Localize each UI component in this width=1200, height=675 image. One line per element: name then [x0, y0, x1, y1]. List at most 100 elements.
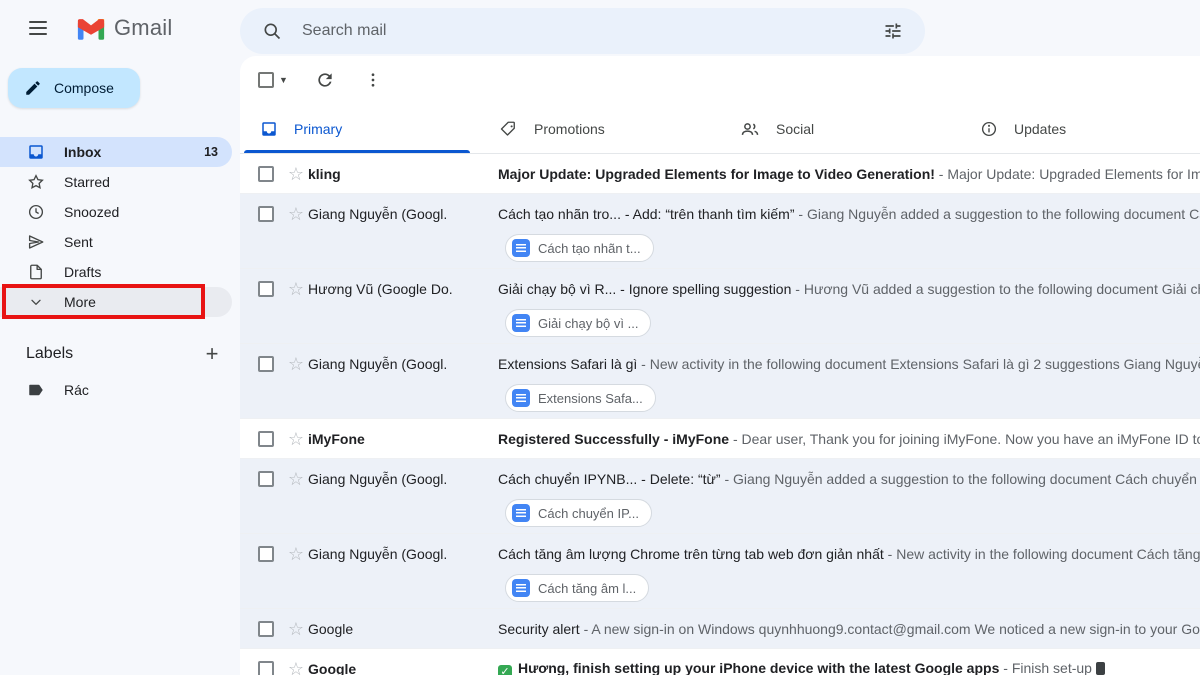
star-toggle-icon[interactable]: ☆ [284, 427, 308, 451]
search-input[interactable]: Search mail [302, 22, 875, 40]
clock-icon [26, 202, 46, 222]
email-row[interactable]: ☆ Giang Nguyễn (Googl. ✓Cách tăng âm lượ… [240, 534, 1200, 609]
green-check-emoji: ✓ [498, 665, 512, 675]
compose-button[interactable]: Compose [8, 68, 140, 108]
select-all-checkbox[interactable] [258, 72, 274, 88]
gmail-logo: Gmail [76, 15, 172, 41]
attachment-chip[interactable]: Cách tăng âm l... [505, 574, 649, 602]
sidebar-label-rac[interactable]: Rác [0, 375, 240, 405]
email-sender: Giang Nguyễn (Googl. [308, 206, 490, 222]
email-snippet: Hương Vũ added a suggestion to the follo… [804, 281, 1200, 297]
email-sender: iMyFone [308, 431, 490, 447]
email-sender: kling [308, 166, 490, 182]
search-options-icon[interactable] [875, 13, 911, 49]
sidebar-item-label: Starred [64, 174, 232, 190]
star-icon [26, 172, 46, 192]
email-checkbox[interactable] [258, 661, 274, 675]
compose-pencil-icon [24, 79, 42, 97]
email-row[interactable]: ☆ iMyFone ✓Registered Successfully - iMy… [240, 419, 1200, 459]
docs-icon [512, 239, 530, 257]
email-checkbox[interactable] [258, 281, 274, 297]
brand-area: Gmail [16, 0, 172, 56]
label-tag-icon [26, 380, 46, 400]
email-text-line: ✓ Hương, finish setting up your iPhone de… [498, 660, 1200, 675]
email-text-line: ✓Cách tăng âm lượng Chrome trên từng tab… [498, 546, 1200, 562]
docs-icon [512, 579, 530, 597]
email-row[interactable]: ☆ Google ✓Hương, finish setting up your … [240, 649, 1200, 675]
search-bar[interactable]: Search mail [240, 8, 925, 54]
email-row[interactable]: ☆ Hương Vũ (Google Do. ✓Giải chạy bộ vì … [240, 269, 1200, 344]
sidebar-item-starred[interactable]: Starred [0, 167, 232, 197]
email-checkbox[interactable] [258, 356, 274, 372]
email-text-line: ✓Extensions Safari là gì - New activity … [498, 356, 1200, 372]
email-text-line: ✓Cách tạo nhãn tro... - Add: “trên thanh… [498, 206, 1200, 222]
sidebar-item-more[interactable]: More [0, 287, 232, 317]
label-name: Rác [64, 382, 89, 398]
star-toggle-icon[interactable]: ☆ [284, 162, 308, 186]
sidebar-item-drafts[interactable]: Drafts [0, 257, 232, 287]
tab-label: Primary [294, 121, 342, 137]
attachment-chip[interactable]: Cách chuyển IP... [505, 499, 652, 527]
tab-active-indicator [244, 150, 470, 153]
star-toggle-icon[interactable]: ☆ [284, 202, 308, 226]
email-sender: Hương Vũ (Google Do. [308, 281, 490, 297]
email-row[interactable]: ☆ Giang Nguyễn (Googl. ✓Extensions Safar… [240, 344, 1200, 419]
send-icon [26, 232, 46, 252]
tab-promotions[interactable]: Promotions [480, 104, 720, 153]
star-toggle-icon[interactable]: ☆ [284, 277, 308, 301]
create-label-plus-icon[interactable]: + [198, 340, 226, 368]
refresh-icon[interactable] [308, 63, 342, 97]
email-checkbox[interactable] [258, 471, 274, 487]
email-checkbox[interactable] [258, 206, 274, 222]
attachment-chip[interactable]: Extensions Safa... [505, 384, 656, 412]
email-row[interactable]: ☆ Google ✓Security alert - A new sign-in… [240, 609, 1200, 649]
attachment-chip[interactable]: Giải chạy bộ vì ... [505, 309, 651, 337]
sidebar-item-label: More [64, 294, 232, 310]
sidebar-nav: Inbox 13 Starred Snoozed [0, 137, 240, 317]
sidebar-item-inbox[interactable]: Inbox 13 [0, 137, 232, 167]
attachment-chip-label: Giải chạy bộ vì ... [538, 316, 638, 331]
select-all-control[interactable]: ▼ [252, 68, 294, 92]
star-toggle-icon[interactable]: ☆ [284, 617, 308, 641]
email-subject: Hương, finish setting up your iPhone dev… [518, 660, 999, 675]
sidebar-item-sent[interactable]: Sent [0, 227, 232, 257]
tag-icon [500, 120, 518, 138]
hamburger-menu-icon[interactable] [16, 6, 60, 50]
gmail-logo-text: Gmail [114, 15, 172, 41]
email-checkbox[interactable] [258, 431, 274, 447]
people-icon [740, 119, 760, 139]
email-text-line: ✓Major Update: Upgraded Elements for Ima… [498, 166, 1200, 182]
tab-updates[interactable]: Updates [960, 104, 1200, 153]
top-header: Gmail Search mail [0, 0, 1200, 56]
category-tabs: Primary Promotions Social [240, 104, 1200, 154]
email-checkbox[interactable] [258, 166, 274, 182]
docs-icon [512, 314, 530, 332]
email-snippet: Giang Nguyễn added a suggestion to the f… [807, 206, 1200, 222]
star-toggle-icon[interactable]: ☆ [284, 467, 308, 491]
star-toggle-icon[interactable]: ☆ [284, 657, 308, 675]
sidebar-item-snoozed[interactable]: Snoozed [0, 197, 232, 227]
attachment-chip[interactable]: Cách tạo nhãn t... [505, 234, 654, 262]
sidebar-item-label: Inbox [64, 144, 186, 160]
email-subject: Cách tăng âm lượng Chrome trên từng tab … [498, 546, 884, 562]
info-circle-icon [980, 120, 998, 138]
chevron-down-icon [26, 292, 46, 312]
list-toolbar: ▼ [240, 56, 1200, 104]
email-subject: Major Update: Upgraded Elements for Imag… [498, 166, 935, 182]
email-checkbox[interactable] [258, 546, 274, 562]
email-snippet: Finish set-up [1012, 660, 1092, 675]
email-row[interactable]: ☆ Giang Nguyễn (Googl. ✓Cách chuyển IPYN… [240, 459, 1200, 534]
star-toggle-icon[interactable]: ☆ [284, 352, 308, 376]
search-icon[interactable] [254, 13, 290, 49]
more-options-icon[interactable] [356, 63, 390, 97]
select-dropdown-caret-icon[interactable]: ▼ [279, 75, 288, 85]
tab-primary[interactable]: Primary [240, 104, 480, 153]
email-subject: Giải chạy bộ vì R... - Ignore spelling s… [498, 281, 791, 297]
email-checkbox[interactable] [258, 621, 274, 637]
email-text-line: ✓Registered Successfully - iMyFone - Dea… [498, 431, 1200, 447]
email-row[interactable]: ☆ Giang Nguyễn (Googl. ✓Cách tạo nhãn tr… [240, 194, 1200, 269]
email-row[interactable]: ☆ kling ✓Major Update: Upgraded Elements… [240, 154, 1200, 194]
star-toggle-icon[interactable]: ☆ [284, 542, 308, 566]
attachment-chip-label: Cách tạo nhãn t... [538, 241, 641, 256]
tab-social[interactable]: Social [720, 104, 960, 153]
